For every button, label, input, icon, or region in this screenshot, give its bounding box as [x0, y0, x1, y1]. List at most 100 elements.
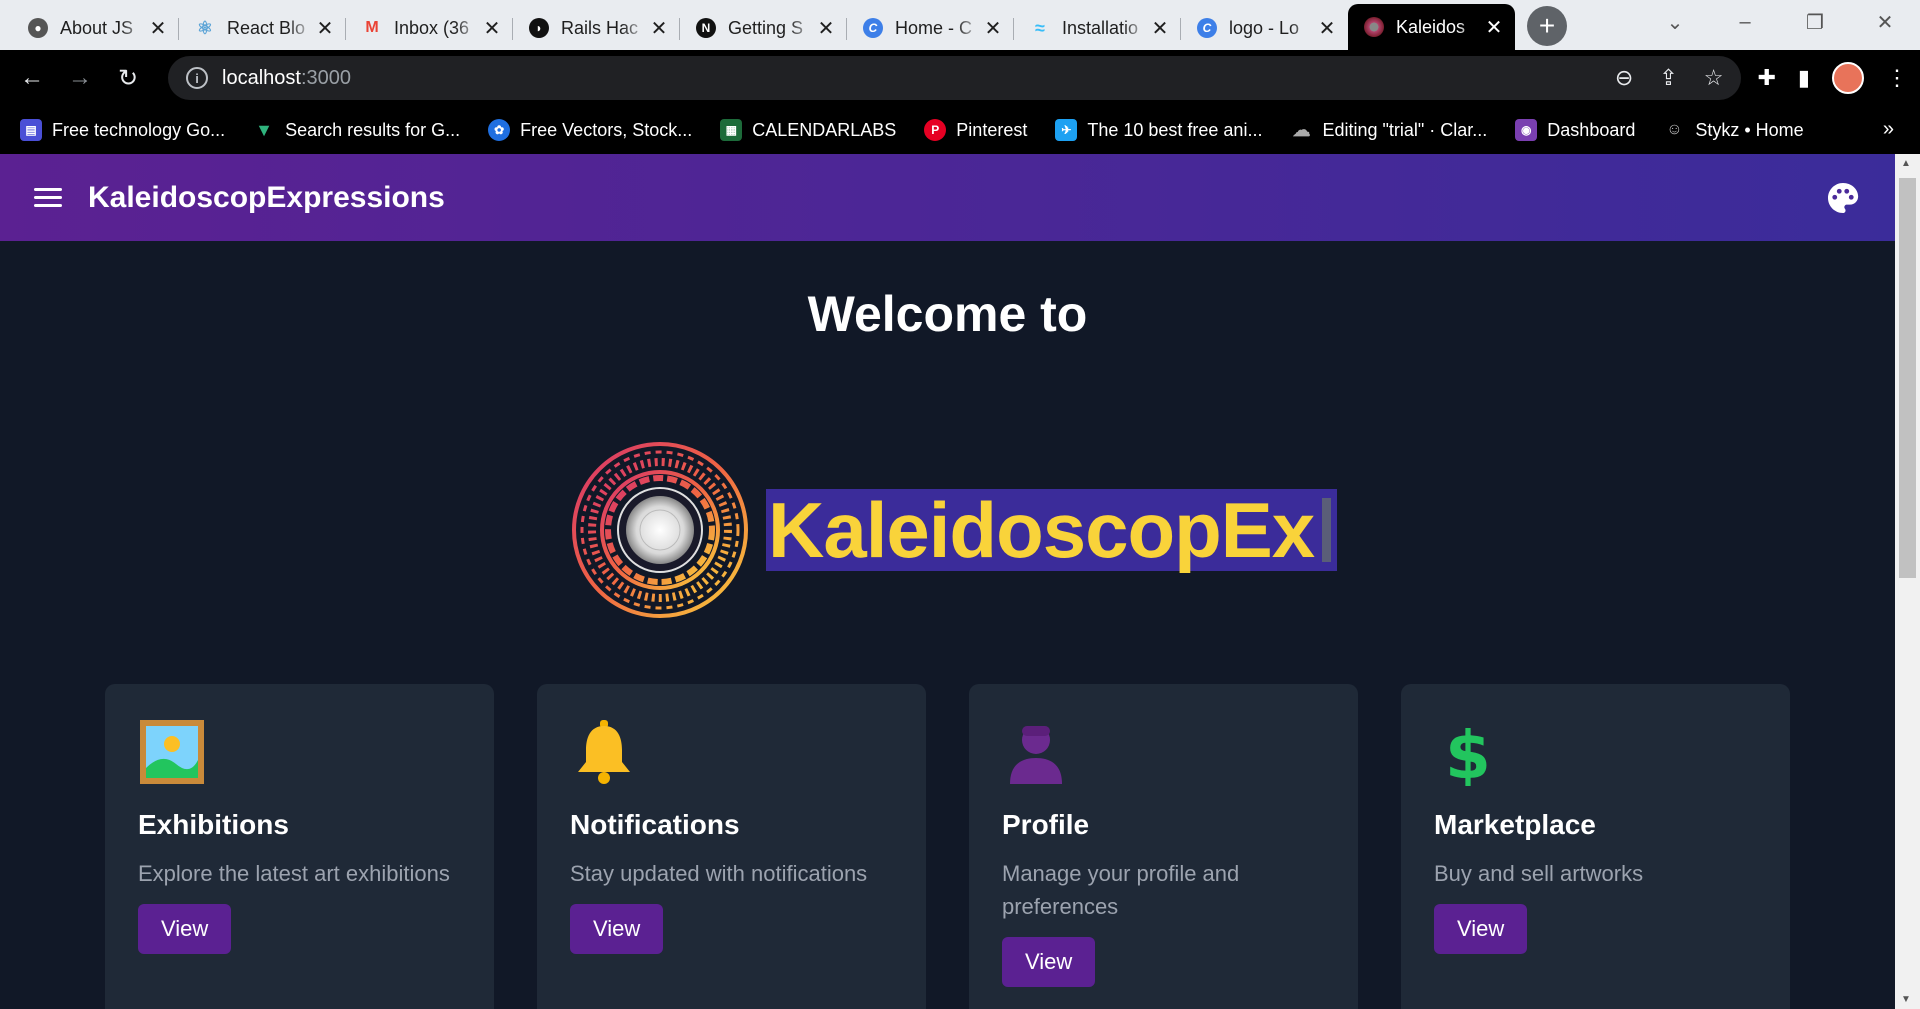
card-title: Profile: [1002, 809, 1090, 840]
close-icon[interactable]: ✕: [648, 16, 670, 41]
tab-logo[interactable]: C logo - Lo ✕: [1181, 6, 1348, 50]
hamburger-menu-icon[interactable]: [34, 188, 62, 207]
view-button[interactable]: View: [570, 904, 664, 954]
framed-picture-icon: [140, 720, 204, 784]
tab-title: Home - C: [895, 17, 973, 38]
side-panel-icon[interactable]: ▮: [1798, 65, 1810, 91]
tab-about-js[interactable]: ● About JS ✕: [12, 6, 179, 50]
tab-inbox[interactable]: M Inbox (36 ✕: [346, 6, 513, 50]
svg-text:$: $: [1445, 718, 1491, 786]
bookmark-item[interactable]: ☺ Stykz • Home: [1663, 119, 1804, 141]
tab-title: logo - Lo: [1229, 17, 1300, 38]
cloud-icon: ☁: [1292, 119, 1311, 140]
window-controls: ⌄ – ❐ ✕: [1640, 0, 1920, 44]
url-host: localhost: [222, 66, 301, 89]
scrollbar-thumb[interactable]: [1899, 178, 1916, 578]
back-icon[interactable]: ←: [12, 58, 52, 98]
bookmark-item[interactable]: ✈ The 10 best free ani...: [1055, 119, 1262, 141]
tab-title: About JS: [60, 17, 134, 38]
tab-title: React Blo: [227, 17, 306, 38]
close-window-icon[interactable]: ✕: [1850, 10, 1920, 35]
tab-react-blog[interactable]: ⚛ React Blo ✕: [179, 6, 346, 50]
card-title: Exhibitions: [138, 809, 289, 840]
canva-icon: C: [1197, 18, 1217, 38]
palette-icon[interactable]: [1825, 180, 1861, 216]
bookmark-item[interactable]: P Pinterest: [924, 119, 1027, 141]
tab-strip: ● About JS ✕ ⚛ React Blo ✕ M Inbox (36 ✕…: [0, 0, 1920, 50]
reload-icon[interactable]: ↻: [108, 58, 148, 98]
close-icon[interactable]: ✕: [1149, 16, 1171, 41]
bookmark-item[interactable]: ▤ Free technology Go...: [20, 119, 225, 141]
typed-brand-text: KaleidoscopEx: [766, 486, 1338, 574]
tab-getting-started[interactable]: N Getting S ✕: [680, 6, 847, 50]
card-description: Buy and sell artworks: [1434, 861, 1644, 886]
bookmark-item[interactable]: ▦ CALENDARLABS: [720, 119, 896, 141]
bell-icon: [578, 720, 630, 784]
bookmark-item[interactable]: ▼ Search results for G...: [253, 119, 460, 141]
zoom-out-icon[interactable]: ⊖: [1615, 65, 1633, 91]
rails-icon: ◗: [529, 18, 549, 38]
view-button[interactable]: View: [1002, 937, 1096, 987]
bookmark-item[interactable]: ◉ Dashboard: [1515, 119, 1635, 141]
brand-title[interactable]: KaleidoscopExpressions: [88, 181, 445, 215]
dollar-icon: $: [1445, 717, 1491, 794]
tab-home-canva[interactable]: C Home - C ✕: [847, 6, 1014, 50]
user-icon: [1010, 726, 1062, 784]
card-exhibitions: Exhibitions Explore the latest art exhib…: [105, 684, 494, 1009]
view-button[interactable]: View: [138, 904, 232, 954]
close-icon[interactable]: ✕: [147, 16, 169, 41]
feature-cards: Exhibitions Explore the latest art exhib…: [105, 684, 1790, 1009]
bookmarks-bar: ▤ Free technology Go... ▼ Search results f…: [0, 106, 1920, 154]
close-icon[interactable]: ✕: [314, 16, 336, 41]
tailwind-icon: ≈: [1035, 17, 1045, 38]
bookmark-label: Search results for G...: [285, 119, 461, 140]
tab-rails-hack[interactable]: ◗ Rails Hac ✕: [513, 6, 680, 50]
bookmark-item[interactable]: ☁ Editing "trial" · Clar...: [1290, 119, 1487, 141]
minimize-icon[interactable]: –: [1710, 11, 1780, 34]
github-icon: ●: [28, 18, 48, 38]
dashboard-icon: ◉: [1515, 119, 1538, 141]
avatar[interactable]: [1832, 62, 1864, 94]
tab-title: Kaleidos: [1396, 16, 1466, 37]
card-description: Manage your profile and preferences: [1002, 861, 1240, 919]
extensions-icon[interactable]: ✚: [1757, 65, 1775, 91]
card-description: Stay updated with notifications: [570, 861, 868, 886]
kaleidoscope-logo-icon: [572, 442, 748, 618]
address-bar[interactable]: i localhost:3000 ⊖ ⇪ ☆: [168, 56, 1742, 100]
bookmark-label: CALENDARLABS: [752, 119, 897, 140]
forward-icon[interactable]: →: [60, 58, 100, 98]
new-tab-button[interactable]: +: [1527, 6, 1567, 46]
bookmark-label: Dashboard: [1547, 119, 1636, 140]
scroll-down-icon[interactable]: ▼: [1901, 994, 1911, 1005]
bookmark-tech-icon: ▤: [20, 119, 42, 141]
gmail-icon: M: [365, 19, 379, 36]
more-bookmarks-icon[interactable]: »: [1883, 118, 1894, 141]
calendarlabs-icon: ▦: [720, 119, 743, 141]
close-icon[interactable]: ✕: [1483, 15, 1505, 40]
card-marketplace: $ Marketplace Buy and sell artworks View: [1401, 684, 1790, 1009]
view-button[interactable]: View: [1434, 904, 1528, 954]
tab-installation[interactable]: ≈ Installatio ✕: [1014, 6, 1181, 50]
card-description: Explore the latest art exhibitions: [138, 861, 450, 886]
bookmark-item[interactable]: ✿ Free Vectors, Stock...: [488, 119, 692, 141]
menu-kebab-icon[interactable]: ⋮: [1886, 65, 1908, 91]
close-icon[interactable]: ✕: [982, 16, 1004, 41]
star-icon[interactable]: ☆: [1704, 65, 1724, 91]
vue-icon: ▼: [255, 119, 273, 140]
site-info-icon[interactable]: i: [186, 67, 208, 89]
page-scrollbar[interactable]: ▲ ▼: [1895, 154, 1920, 1009]
card-title: Notifications: [570, 809, 740, 840]
close-icon[interactable]: ✕: [481, 16, 503, 41]
scroll-up-icon[interactable]: ▲: [1901, 158, 1911, 169]
hero-section: KaleidoscopEx: [572, 442, 1338, 618]
close-icon[interactable]: ✕: [1316, 16, 1338, 41]
stykz-icon: ☺: [1666, 121, 1683, 138]
restore-icon[interactable]: ❐: [1780, 10, 1850, 35]
close-icon[interactable]: ✕: [815, 16, 837, 41]
chevron-down-icon[interactable]: ⌄: [1640, 10, 1710, 35]
share-icon[interactable]: ⇪: [1659, 65, 1677, 91]
tab-kaleidoscope[interactable]: Kaleidos ✕: [1348, 4, 1515, 50]
welcome-heading: Welcome to: [807, 286, 1088, 342]
bookmark-label: Editing "trial" · Clar...: [1322, 119, 1488, 140]
url-port: :3000: [300, 66, 351, 89]
